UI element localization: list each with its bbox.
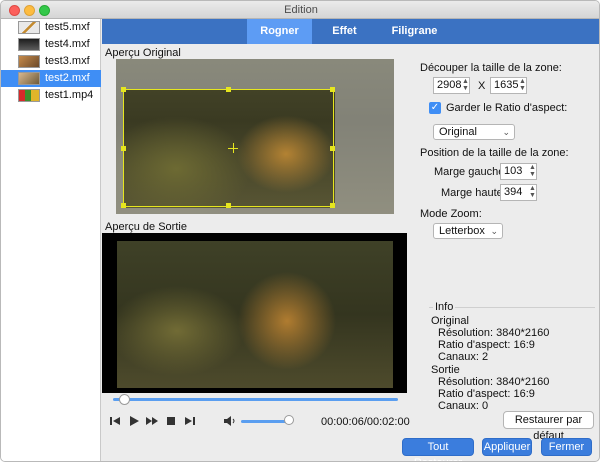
zoom-mode-select[interactable]: Letterbox ⌄ bbox=[433, 223, 503, 239]
file-name: test5.mxf bbox=[45, 21, 90, 33]
keep-ratio-checkbox[interactable]: ✓ bbox=[429, 102, 441, 114]
output-preview bbox=[102, 233, 407, 393]
crop-size-label: Découper la taille de la zone: bbox=[420, 62, 562, 74]
tab-bar: Rogner Effet Filigrane bbox=[102, 19, 599, 44]
file-name: test3.mxf bbox=[45, 55, 90, 67]
title-bar: Edition bbox=[1, 1, 599, 19]
file-thumbnail bbox=[18, 21, 40, 34]
crop-height-stepper[interactable]: ▲ ▼ bbox=[518, 78, 527, 93]
info-original-ratio: Ratio d'aspect: 16:9 bbox=[438, 339, 535, 351]
times-sign: X bbox=[478, 80, 486, 92]
info-original-resolution: Résolution: 3840*2160 bbox=[438, 327, 550, 339]
crop-handle-top-right[interactable] bbox=[330, 87, 335, 92]
zoom-mode-label: Mode Zoom: bbox=[420, 208, 482, 220]
volume-icon[interactable] bbox=[223, 415, 235, 427]
crop-handle-bottom[interactable] bbox=[226, 203, 231, 208]
stop-icon[interactable] bbox=[165, 415, 177, 427]
close-button[interactable]: Fermer bbox=[541, 438, 592, 456]
file-list: test5.mxf test4.mxf test3.mxf test2.mxf … bbox=[1, 19, 101, 461]
output-video-frame bbox=[117, 241, 393, 388]
top-margin-label: Marge haute: bbox=[441, 187, 506, 199]
crop-outside-shade bbox=[116, 208, 394, 214]
tab-filigrane[interactable]: Filigrane bbox=[377, 19, 452, 44]
file-item[interactable]: test3.mxf bbox=[1, 53, 101, 70]
skip-forward-icon[interactable] bbox=[184, 415, 196, 427]
info-title: Info bbox=[433, 301, 456, 313]
info-output-channels: Canaux: 0 bbox=[438, 400, 489, 412]
left-margin-label: Marge gauche: bbox=[434, 166, 508, 178]
file-item[interactable]: test4.mxf bbox=[1, 36, 101, 53]
ratio-select[interactable]: Original ⌄ bbox=[433, 124, 515, 140]
original-preview-label: Aperçu Original bbox=[105, 47, 181, 59]
file-thumbnail bbox=[18, 72, 40, 85]
window-title: Edition bbox=[284, 4, 318, 16]
edit-window: Edition test5.mxf test4.mxf test3.mxf te… bbox=[0, 0, 600, 462]
reset-default-button[interactable]: Restaurer par défaut bbox=[503, 411, 594, 442]
left-margin-stepper[interactable]: ▲ ▼ bbox=[528, 164, 537, 179]
info-output-heading: Sortie bbox=[431, 364, 460, 376]
crop-width-stepper[interactable]: ▲ ▼ bbox=[461, 78, 470, 93]
fast-forward-icon[interactable] bbox=[146, 415, 158, 427]
crop-handle-bottom-right[interactable] bbox=[330, 203, 335, 208]
seek-bar[interactable] bbox=[113, 398, 398, 401]
original-preview bbox=[116, 59, 394, 214]
crop-handle-left[interactable] bbox=[121, 146, 126, 151]
file-thumbnail bbox=[18, 89, 40, 102]
crop-outside-shade bbox=[335, 89, 394, 208]
crop-handle-top-left[interactable] bbox=[121, 87, 126, 92]
file-name: test4.mxf bbox=[45, 38, 90, 50]
crop-handle-top[interactable] bbox=[226, 87, 231, 92]
crop-outside-shade bbox=[116, 59, 394, 89]
file-item[interactable]: test5.mxf bbox=[1, 19, 101, 36]
play-icon[interactable] bbox=[128, 415, 140, 427]
zoom-mode-value: Letterbox bbox=[439, 225, 485, 237]
top-margin-stepper[interactable]: ▲ ▼ bbox=[528, 185, 537, 200]
info-original-heading: Original bbox=[431, 315, 469, 327]
volume-handle[interactable] bbox=[284, 415, 294, 425]
file-name: test2.mxf bbox=[45, 72, 90, 84]
info-original-channels: Canaux: 2 bbox=[438, 351, 489, 363]
ratio-select-value: Original bbox=[439, 126, 477, 138]
info-output-resolution: Résolution: 3840*2160 bbox=[438, 376, 550, 388]
position-label: Position de la taille de la zone: bbox=[420, 147, 569, 159]
timecode: 00:00:06/00:02:00 bbox=[321, 416, 410, 428]
file-name: test1.mp4 bbox=[45, 89, 94, 101]
keep-ratio-label: Garder le Ratio d'aspect: bbox=[446, 102, 568, 114]
file-thumbnail bbox=[18, 55, 40, 68]
apply-button[interactable]: Appliquer bbox=[482, 438, 532, 456]
file-thumbnail bbox=[18, 38, 40, 51]
crop-center-crosshair-icon bbox=[233, 143, 234, 153]
chevron-down-icon: ⌄ bbox=[502, 127, 510, 137]
tab-effet[interactable]: Effet bbox=[312, 19, 377, 44]
crop-handle-bottom-left[interactable] bbox=[121, 203, 126, 208]
chevron-down-icon: ⌄ bbox=[490, 226, 498, 236]
crop-handle-right[interactable] bbox=[330, 146, 335, 151]
seek-handle[interactable] bbox=[119, 394, 130, 405]
file-item[interactable]: test1.mp4 bbox=[1, 87, 101, 104]
output-preview-label: Aperçu de Sortie bbox=[105, 221, 187, 233]
crop-selection-box[interactable] bbox=[121, 87, 335, 208]
info-output-ratio: Ratio d'aspect: 16:9 bbox=[438, 388, 535, 400]
restore-all-button[interactable]: Tout Restaurer bbox=[402, 438, 474, 461]
file-item-selected[interactable]: test2.mxf bbox=[1, 70, 101, 87]
tab-rogner[interactable]: Rogner bbox=[247, 19, 312, 44]
skip-back-icon[interactable] bbox=[109, 415, 121, 427]
